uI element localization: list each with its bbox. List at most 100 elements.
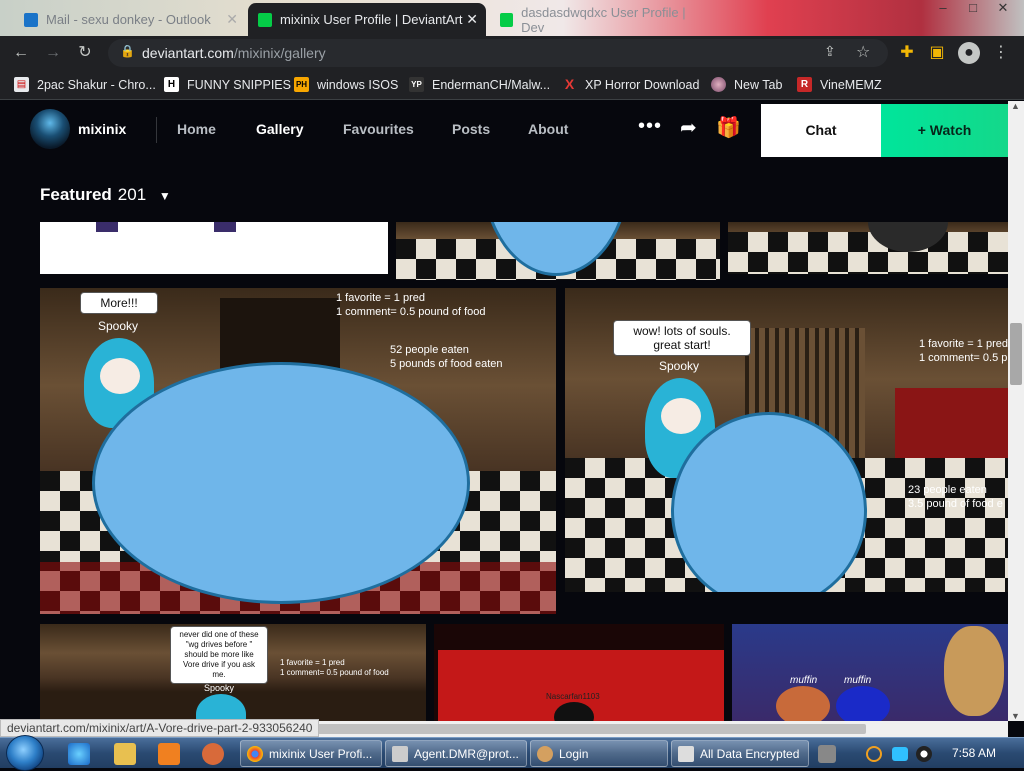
media-player-icon[interactable] (158, 743, 180, 765)
nav-favourites[interactable]: Favourites (343, 121, 414, 137)
forward-arrow-icon[interactable]: → (42, 42, 64, 64)
featured-folder-selector[interactable]: Featured 201 ▼ (40, 185, 171, 205)
back-arrow-icon[interactable]: ← (10, 42, 32, 64)
stat-line: 52 people eaten (390, 344, 469, 356)
tray-app-icon[interactable] (818, 745, 836, 763)
share-icon[interactable]: ⇪ (824, 43, 836, 60)
chat-button[interactable]: Chat (761, 104, 881, 157)
address-bar[interactable]: 🔒 deviantart.com/mixinix/gallery ⇪ ☆ (108, 39, 888, 67)
taskbar-encrypted[interactable]: All Data Encrypted (671, 740, 809, 767)
window-icon (678, 745, 694, 762)
extensions-icon[interactable]: ✚ (896, 42, 918, 64)
url-text: deviantart.com/mixinix/gallery (142, 45, 326, 61)
bookmark-funny-snippies[interactable]: H FUNNY SNIPPIES (164, 77, 291, 92)
app-icon[interactable] (202, 743, 224, 765)
checker-floor (728, 232, 1008, 274)
gallery-thumbnail[interactable]: Nascarfan1103 (434, 624, 724, 721)
gallery-thumbnail[interactable] (396, 222, 720, 280)
gift-icon[interactable]: 🎁 (716, 115, 741, 140)
close-icon[interactable]: ✕ (466, 11, 478, 28)
speech-bubble: wow! lots of souls. great start! (613, 320, 751, 356)
hamster-image (944, 626, 1004, 716)
gallery-thumbnail[interactable]: never did one of these "wg drives before… (40, 624, 426, 721)
volume-icon[interactable] (916, 746, 932, 762)
search-icon[interactable] (866, 746, 882, 762)
divider (156, 117, 157, 143)
share-arrow-icon[interactable]: ➦ (680, 115, 697, 140)
browser-toolbar: ← → ↻ 🔒 deviantart.com/mixinix/gallery ⇪… (0, 36, 1024, 70)
tab-outlook[interactable]: Mail - sexu donkey - Outlook ✕ (14, 3, 246, 36)
chevron-down-icon: ▼ (158, 189, 171, 203)
gallery-thumbnail[interactable]: muffin muffin (732, 624, 1008, 721)
bookmark-2pac[interactable]: ▤ 2pac Shakur - Chro... (14, 77, 156, 92)
stat-line: 5 pounds of food eaten (390, 358, 503, 370)
document-icon: ▤ (14, 77, 29, 92)
network-icon[interactable] (892, 747, 908, 761)
terminal-icon (392, 745, 408, 762)
start-button[interactable] (6, 735, 44, 771)
bookmark-vinememz[interactable]: R VineMEMZ (797, 77, 882, 92)
gallery-thumbnail[interactable] (728, 222, 1008, 274)
maximize-icon[interactable]: □ (958, 0, 988, 16)
stat-line: 23 people eaten (908, 484, 987, 496)
speech-bubble: never did one of these "wg drives before… (170, 626, 268, 684)
taskbar-chrome[interactable]: mixinix User Profi... (240, 740, 382, 767)
bookmark-endermanch[interactable]: YP EndermanCH/Malw... (409, 77, 550, 92)
explorer-folder-icon[interactable] (114, 743, 136, 765)
taskbar-agent[interactable]: Agent.DMR@prot... (385, 740, 527, 767)
caption-line: 1 favorite = 1 pred (919, 338, 1008, 350)
bookmark-xp-horror[interactable]: X XP Horror Download (562, 76, 700, 92)
x-logo-icon: X (564, 76, 575, 92)
gallery-thumbnail[interactable] (40, 222, 388, 274)
character-hair (196, 694, 246, 721)
minimize-icon[interactable]: – (928, 0, 958, 16)
browser-tab-strip: Mail - sexu donkey - Outlook ✕ mixinix U… (0, 0, 1024, 36)
bookmark-new-tab[interactable]: New Tab (711, 77, 782, 92)
caption-line: 1 comment= 0.5 p (919, 352, 1008, 364)
gallery-thumbnail-vore-drive-1[interactable]: More!!! Spooky 1 favorite = 1 pred 1 com… (40, 288, 556, 614)
nav-posts[interactable]: Posts (452, 121, 490, 137)
speech-bubble: More!!! (80, 292, 158, 314)
nav-home[interactable]: Home (177, 121, 216, 137)
r-logo-icon: R (797, 77, 812, 92)
watch-button[interactable]: + Watch (881, 104, 1008, 157)
nav-gallery[interactable]: Gallery (256, 121, 303, 137)
character-legs (96, 222, 118, 232)
scroll-up-icon[interactable]: ▲ (1011, 101, 1020, 111)
nav-about[interactable]: About (528, 121, 568, 137)
deviantart-page: mixinix Home Gallery Favourites Posts Ab… (0, 101, 1008, 721)
scrollbar-thumb[interactable] (1010, 323, 1022, 385)
taskbar-login[interactable]: Login (530, 740, 668, 767)
sidepanel-icon[interactable]: ▣ (926, 42, 948, 64)
username[interactable]: mixinix (78, 121, 126, 137)
bookmark-windows-isos[interactable]: PH windows ISOS (294, 77, 398, 92)
plus-icon: + (917, 122, 926, 138)
clock[interactable]: 7:58 AM (952, 746, 996, 760)
internet-explorer-icon[interactable] (68, 743, 90, 765)
vertical-scrollbar[interactable]: ▲ ▼ (1008, 101, 1024, 721)
deviantart-icon (500, 12, 514, 27)
reload-icon[interactable]: ↻ (74, 42, 96, 64)
tab-title: dasdasdwqdxc User Profile | Dev (521, 4, 686, 35)
caption-line: 1 comment= 0.5 pound of food (280, 668, 389, 677)
more-icon[interactable]: ••• (638, 115, 662, 138)
tab-title: mixinix User Profile | DeviantArt (280, 12, 463, 27)
ph-logo-icon: PH (294, 77, 309, 92)
character-head (836, 686, 890, 721)
profile-icon[interactable]: ● (958, 42, 980, 64)
gallery-thumbnail-vore-drive-2[interactable]: wow! lots of souls. great start! Spooky … (565, 288, 1008, 592)
tab-deviantart[interactable]: dasdasdwqdxc User Profile | Dev (490, 3, 700, 36)
user-icon (537, 745, 553, 762)
scroll-down-icon[interactable]: ▼ (1011, 711, 1020, 721)
stat-line: 3.5 pound of food e (908, 498, 1003, 510)
star-icon[interactable]: ☆ (856, 42, 870, 62)
tab-deviantart-active[interactable]: mixinix User Profile | DeviantArt ✕ (248, 3, 486, 36)
avatar[interactable] (30, 109, 70, 149)
close-icon[interactable]: ✕ (226, 11, 238, 28)
character-legs (214, 222, 236, 232)
close-window-icon[interactable]: ✕ (988, 0, 1018, 16)
menu-kebab-icon[interactable]: ⋮ (990, 42, 1012, 64)
deviantart-icon (258, 12, 272, 27)
caption-line: 1 favorite = 1 pred (336, 292, 425, 304)
character-label: muffin (844, 675, 872, 686)
